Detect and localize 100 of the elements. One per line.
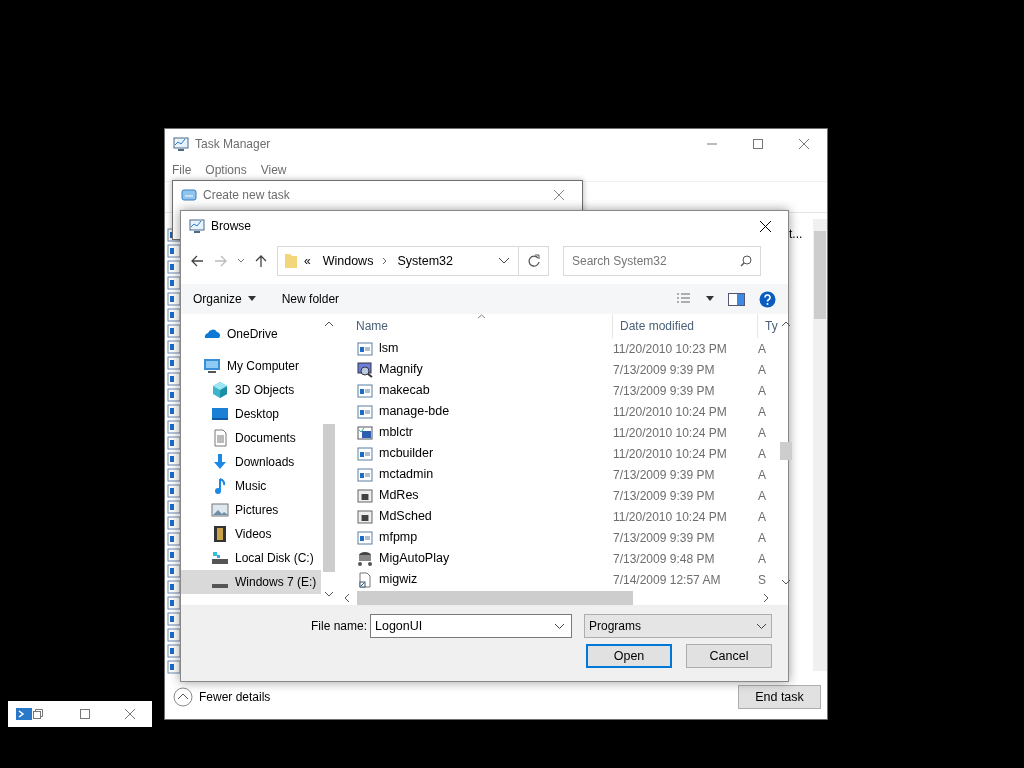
search-input[interactable]: Search System32 (564, 247, 740, 275)
type-cell-text: A (758, 382, 766, 400)
date-cell-text: 11/20/2010 10:24 PM (613, 445, 728, 463)
dropdown-chevron-icon (756, 622, 767, 630)
magnifier-screen-icon (357, 361, 373, 378)
file-name[interactable]: MdRes (357, 486, 613, 505)
scrollbar[interactable] (813, 219, 827, 671)
file-name[interactable]: lsm (357, 339, 613, 358)
file-name[interactable]: manage-bde (357, 402, 613, 421)
scrollbar-thumb[interactable] (323, 424, 335, 572)
toolbar-button[interactable]: Organize (193, 290, 256, 308)
column-header[interactable]: t... (789, 225, 803, 243)
hard-drive-icon (211, 549, 229, 567)
refresh-icon[interactable] (526, 254, 541, 268)
type-cell-text: A (758, 508, 766, 526)
menu-item[interactable]: Options (205, 161, 247, 179)
scroll-up-icon[interactable] (781, 320, 791, 328)
file-name[interactable]: makecab (357, 381, 613, 400)
scrollbar-thumb[interactable] (357, 590, 633, 605)
file-name[interactable]: MigAutoPlay (357, 549, 613, 568)
preview-pane-icon[interactable] (728, 292, 745, 306)
dropdown-chevron-icon[interactable] (498, 257, 510, 265)
scroll-down-icon[interactable] (324, 590, 334, 598)
date-cell-text: 7/14/2009 12:57 AM (613, 571, 722, 589)
column-header[interactable]: Date modified (613, 314, 758, 338)
back-arrow-icon[interactable] (189, 253, 205, 269)
nav-item[interactable]: Music (181, 474, 321, 498)
close-icon[interactable] (758, 219, 772, 233)
scroll-left-icon[interactable] (343, 592, 351, 603)
file-name[interactable]: mcbuilder (357, 444, 613, 463)
search-field[interactable]: Search System32 (563, 246, 761, 276)
breadcrumb-item[interactable]: System32 (397, 251, 453, 271)
nav-item[interactable]: OneDrive (181, 322, 321, 346)
nav-item[interactable]: Desktop (181, 402, 321, 426)
caret-icon (247, 296, 256, 302)
fewer-details-link[interactable]: Fewer details (199, 688, 271, 706)
monitor-graph-icon (189, 218, 205, 234)
terminal-icon (16, 707, 32, 721)
nav-item[interactable]: Documents (181, 426, 321, 450)
hard-drive-icon (211, 583, 229, 588)
file-name[interactable]: mctadmin (357, 465, 613, 484)
type-cell-text: S (758, 571, 766, 589)
type-cell-text: A (758, 466, 766, 484)
dialog-title: Browse (211, 218, 251, 235)
type-cell-text: A (758, 403, 766, 421)
restore-icon[interactable] (32, 708, 44, 720)
breadcrumb-overflow[interactable]: « (304, 252, 311, 270)
type-cell-text: A (758, 340, 766, 358)
dropdown-chevron-icon (554, 622, 565, 630)
file-name[interactable]: Magnify (357, 360, 613, 379)
file-type-dropdown[interactable]: Programs (584, 614, 772, 638)
file-name[interactable]: MdSched (357, 507, 613, 526)
nav-item[interactable]: Windows 7 (E:) (181, 570, 321, 594)
picture-icon (211, 501, 229, 519)
column-header[interactable]: Ty (758, 314, 778, 338)
search-icon (740, 255, 752, 267)
window-icon (357, 382, 373, 399)
scroll-up-icon[interactable] (324, 320, 334, 328)
date-cell-text: 7/13/2009 9:39 PM (613, 466, 716, 484)
up-arrow-icon[interactable] (253, 253, 269, 269)
help-icon[interactable] (759, 290, 776, 308)
caret-icon[interactable] (706, 296, 714, 302)
date-cell-text: 11/20/2010 10:24 PM (613, 403, 728, 421)
nav-item[interactable]: Local Disk (C:) (181, 546, 321, 570)
maximize-icon[interactable] (79, 708, 91, 720)
file-name[interactable]: mblctr (357, 423, 613, 442)
scrollbar-thumb[interactable] (814, 231, 826, 319)
type-cell-text: A (758, 445, 766, 463)
date-cell-text: 11/20/2010 10:24 PM (613, 508, 728, 526)
scroll-down-icon[interactable] (781, 578, 791, 586)
nav-item[interactable]: 3D Objects (181, 378, 321, 402)
date-cell-text: 7/13/2009 9:39 PM (613, 382, 716, 400)
toolbar-button[interactable]: New folder (281, 290, 340, 308)
collapse-chevron-icon[interactable] (173, 687, 193, 707)
open-button[interactable]: Open (586, 644, 672, 668)
window-icon (357, 340, 373, 357)
breadcrumb-item[interactable]: Windows (322, 251, 374, 271)
nav-item[interactable]: My Computer (181, 354, 321, 378)
cancel-button[interactable]: Cancel (686, 644, 772, 668)
desktop-icon (211, 405, 229, 423)
window-icon (357, 403, 373, 420)
monitor-icon (203, 357, 221, 375)
nav-item[interactable]: Videos (181, 522, 321, 546)
date-cell-text: 7/13/2009 9:39 PM (613, 361, 716, 379)
nav-item[interactable]: Downloads (181, 450, 321, 474)
file-name[interactable]: migwiz (357, 570, 613, 589)
scroll-right-icon[interactable] (762, 592, 770, 603)
address-bar[interactable]: « Windows System32 (277, 246, 549, 276)
maximize-icon[interactable] (752, 138, 764, 150)
menu-item[interactable]: File (172, 161, 192, 179)
menu-item[interactable]: View (260, 161, 287, 179)
scrollbar-thumb[interactable] (780, 442, 792, 460)
file-name[interactable]: mfpmp (357, 528, 613, 547)
window-icon (357, 466, 373, 483)
date-cell-text: 7/13/2009 9:39 PM (613, 487, 716, 505)
window-title: Task Manager (195, 136, 271, 153)
nav-item[interactable]: Pictures (181, 498, 321, 522)
file-name-combo[interactable]: LogonUI (370, 614, 572, 638)
column-header[interactable]: Name (339, 314, 613, 338)
end-task-button[interactable]: End task (738, 685, 821, 709)
